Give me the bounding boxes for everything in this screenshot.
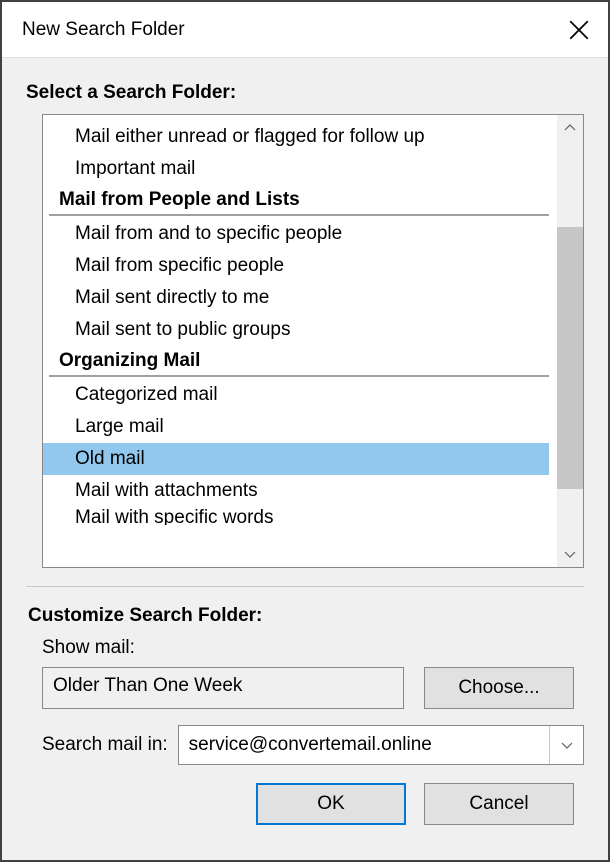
list-item[interactable]: Mail from and to specific people xyxy=(43,218,549,250)
ok-button[interactable]: OK xyxy=(256,783,406,825)
account-value: service@convertemail.online xyxy=(179,734,549,756)
customize-section: Customize Search Folder: Show mail: Olde… xyxy=(26,605,584,825)
list-content[interactable]: Mail either unread or flagged for follow… xyxy=(43,115,557,567)
account-combobox[interactable]: service@convertemail.online xyxy=(178,725,584,765)
search-in-label: Search mail in: xyxy=(42,734,168,756)
chevron-up-icon xyxy=(564,122,576,134)
list-item[interactable]: Mail from specific people xyxy=(43,250,549,282)
divider xyxy=(26,586,584,587)
list-item[interactable]: Important mail xyxy=(43,153,549,185)
search-in-row: Search mail in: service@convertemail.onl… xyxy=(42,725,584,765)
titlebar: New Search Folder xyxy=(2,2,608,58)
list-item[interactable]: Large mail xyxy=(43,411,549,443)
scroll-up-button[interactable] xyxy=(557,115,583,141)
cancel-button[interactable]: Cancel xyxy=(424,783,574,825)
dialog-title: New Search Folder xyxy=(22,19,550,41)
criteria-row: Older Than One Week Choose... xyxy=(42,667,584,709)
list-item[interactable]: Mail with specific words xyxy=(43,507,549,525)
list-item[interactable]: Mail with attachments xyxy=(43,475,549,507)
combo-dropdown-button[interactable] xyxy=(549,726,583,764)
close-icon xyxy=(569,20,589,40)
criteria-text: Older Than One Week xyxy=(42,667,404,709)
list-item[interactable]: Mail sent directly to me xyxy=(43,282,549,314)
new-search-folder-dialog: New Search Folder Select a Search Folder… xyxy=(0,0,610,862)
list-item[interactable]: Old mail xyxy=(43,443,549,475)
close-button[interactable] xyxy=(550,2,608,58)
scroll-track[interactable] xyxy=(557,141,583,541)
list-item[interactable]: Mail either unread or flagged for follow… xyxy=(43,121,549,153)
chevron-down-icon xyxy=(561,739,573,751)
scroll-down-button[interactable] xyxy=(557,541,583,567)
search-folder-list: Mail either unread or flagged for follow… xyxy=(42,114,584,568)
list-group-header: Organizing Mail xyxy=(49,346,549,377)
select-folder-label: Select a Search Folder: xyxy=(26,82,584,104)
scrollbar[interactable] xyxy=(557,115,583,567)
choose-button[interactable]: Choose... xyxy=(424,667,574,709)
dialog-footer: OK Cancel xyxy=(28,783,584,825)
chevron-down-icon xyxy=(564,548,576,560)
customize-label: Customize Search Folder: xyxy=(28,605,584,627)
dialog-body: Select a Search Folder: Mail either unre… xyxy=(2,58,608,860)
list-group-header: Mail from People and Lists xyxy=(49,185,549,216)
show-mail-label: Show mail: xyxy=(42,637,584,659)
list-item[interactable]: Mail sent to public groups xyxy=(43,314,549,346)
list-item[interactable]: Categorized mail xyxy=(43,379,549,411)
scroll-thumb[interactable] xyxy=(557,227,583,489)
